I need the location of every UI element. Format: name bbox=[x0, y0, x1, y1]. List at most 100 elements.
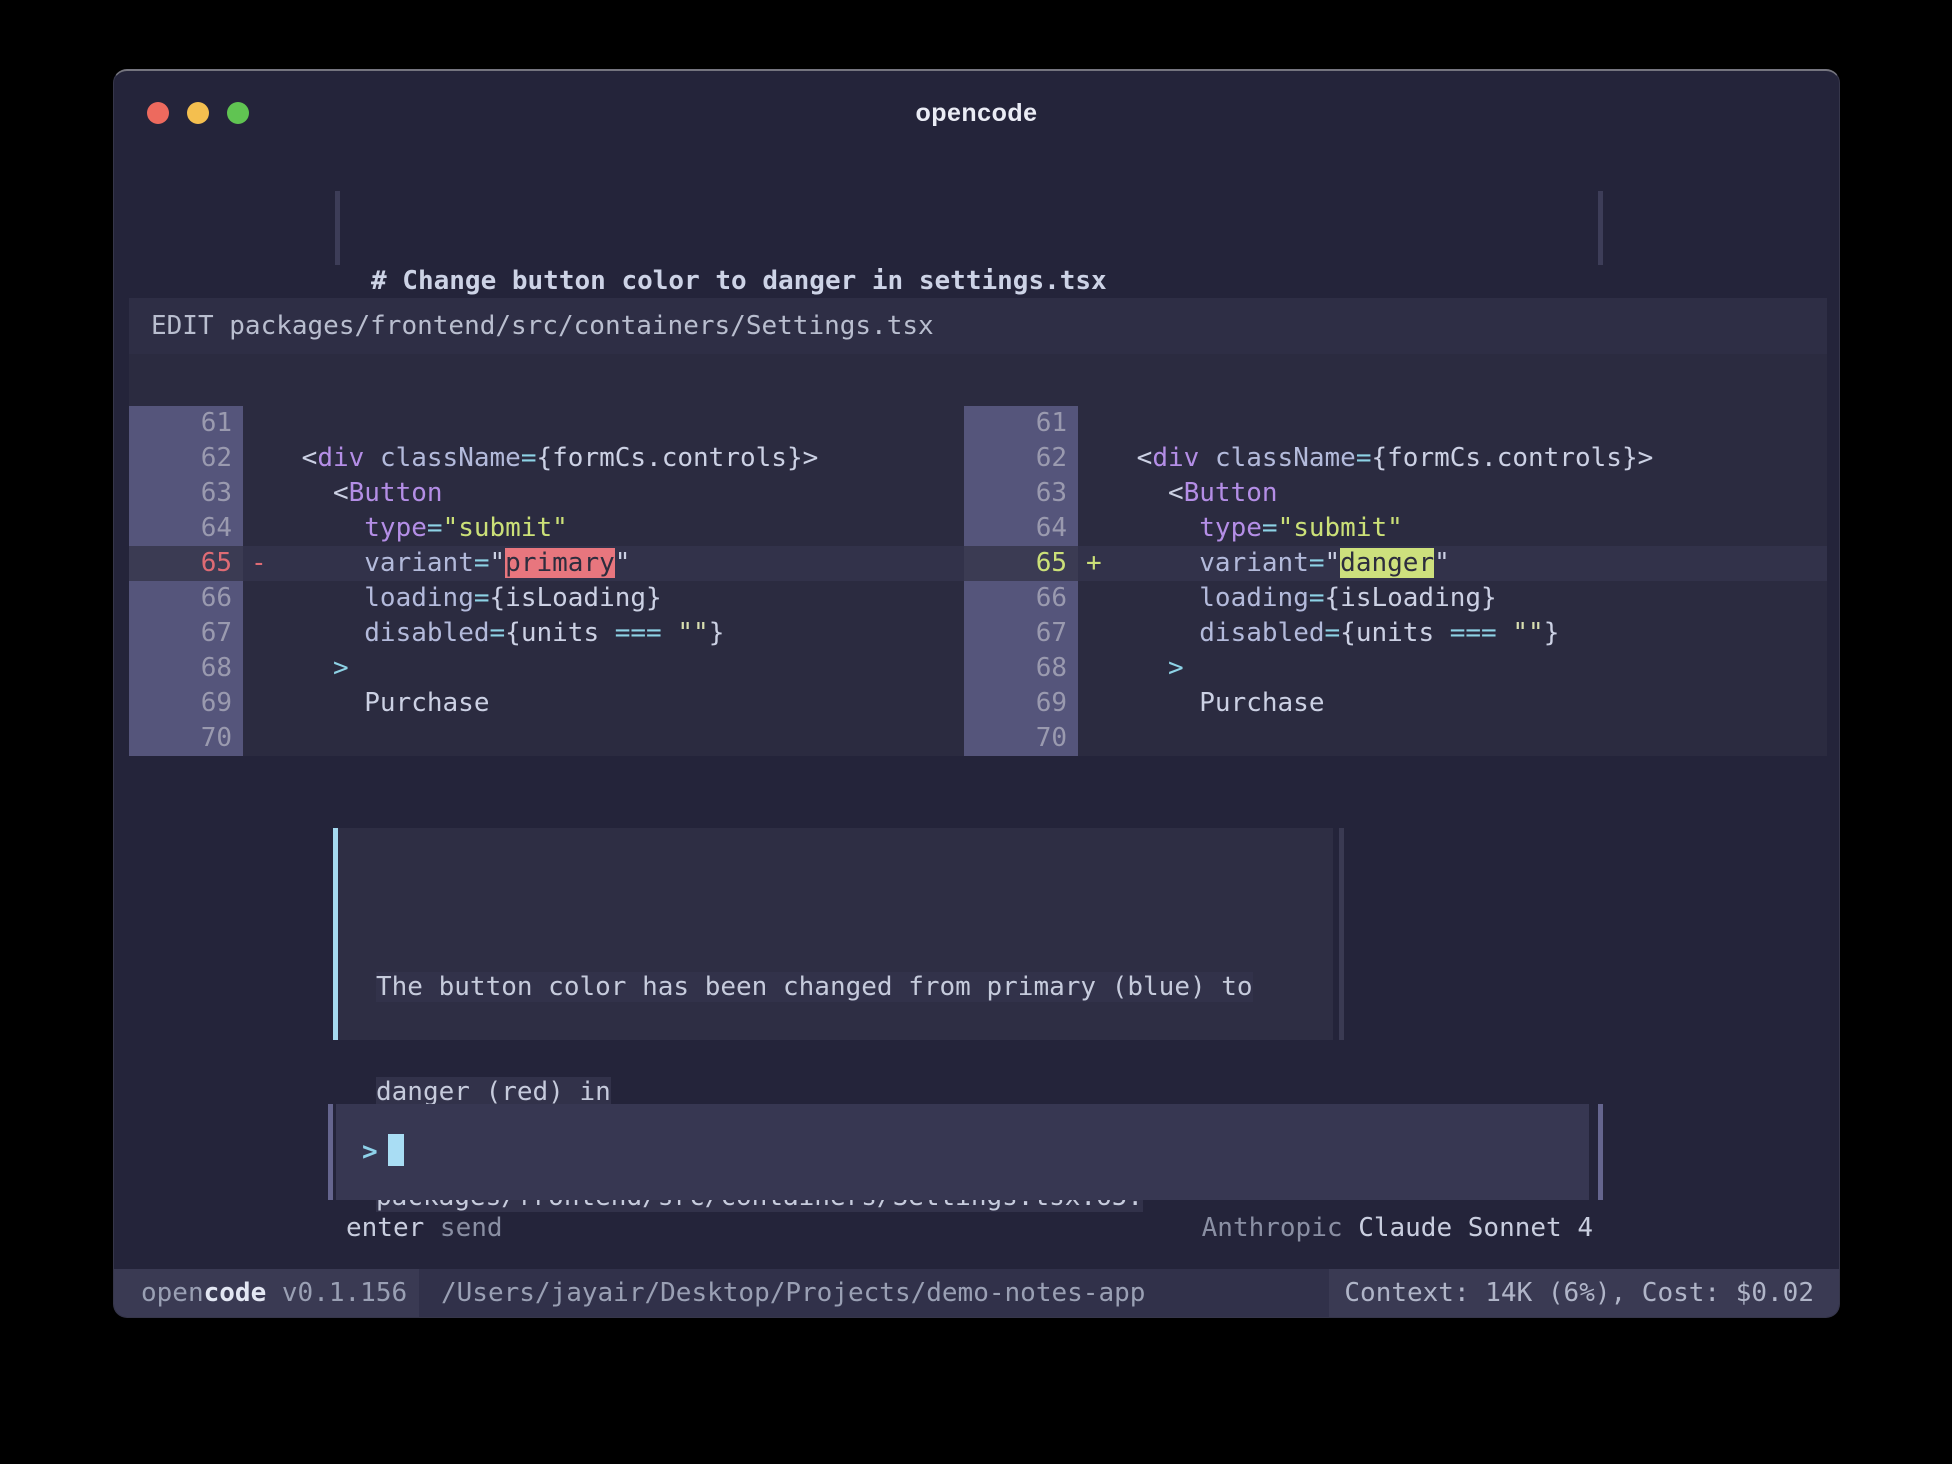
code-line: loading={isLoading} bbox=[243, 581, 964, 616]
message-right-bar bbox=[1339, 828, 1344, 1040]
app-version: v0.1.156 bbox=[266, 1278, 407, 1308]
code-tokens: <div className={formCs.controls}> bbox=[286, 441, 818, 476]
code-tokens: variant="primary" bbox=[286, 546, 630, 581]
diff-marker-empty bbox=[251, 721, 286, 756]
code-tokens: <div className={formCs.controls}> bbox=[1121, 441, 1653, 476]
diff-marker-empty bbox=[1086, 721, 1121, 756]
hint-action: send bbox=[424, 1213, 502, 1243]
code-line: Purchase bbox=[243, 686, 964, 721]
line-number: 63 bbox=[129, 476, 243, 511]
code-line: + variant="danger" bbox=[1078, 546, 1827, 581]
line-number: 64 bbox=[964, 511, 1078, 546]
context-cost-segment: Context: 14K (6%), Cost: $0.02 bbox=[1329, 1269, 1839, 1317]
text-cursor bbox=[388, 1134, 404, 1166]
model-label: Claude Sonnet 4 bbox=[1358, 1213, 1593, 1243]
diff-marker-empty bbox=[251, 476, 286, 511]
code-line: type="submit" bbox=[243, 511, 964, 546]
code-line: disabled={units === ""} bbox=[243, 616, 964, 651]
code-tokens: disabled={units === ""} bbox=[1121, 616, 1559, 651]
line-number: 69 bbox=[129, 686, 243, 721]
message-accent-bar bbox=[333, 828, 338, 1040]
line-number: 62 bbox=[964, 441, 1078, 476]
line-number: 63 bbox=[964, 476, 1078, 511]
opencode-window: opencode # Change button color to danger… bbox=[113, 69, 1840, 1318]
line-number: 70 bbox=[964, 721, 1078, 756]
line-number: 65 bbox=[129, 546, 243, 581]
diff-row: 64 type="submit"64 type="submit" bbox=[129, 511, 1827, 546]
code-line: <div className={formCs.controls}> bbox=[243, 441, 964, 476]
line-number: 67 bbox=[964, 616, 1078, 651]
diff-row: 65- variant="primary"65+ variant="danger… bbox=[129, 546, 1827, 581]
diff-marker-empty bbox=[1086, 651, 1121, 686]
input-hints-row: enter send Anthropic Claude Sonnet 4 bbox=[346, 1211, 1593, 1246]
diff-row: 67 disabled={units === ""} 67 disabled={u… bbox=[129, 616, 1827, 651]
line-number: 64 bbox=[129, 511, 243, 546]
diff-marker-empty bbox=[251, 441, 286, 476]
line-number: 65 bbox=[964, 546, 1078, 581]
diff-marker-empty bbox=[251, 651, 286, 686]
code-tokens: <Button bbox=[1121, 476, 1278, 511]
diff-row: 68 >68 > bbox=[129, 651, 1827, 686]
app-version-segment: opencode v0.1.156 bbox=[114, 1269, 419, 1317]
code-line: <Button bbox=[1078, 476, 1827, 511]
diff-marker-empty bbox=[251, 686, 286, 721]
enter-send-hint: enter send bbox=[346, 1211, 503, 1246]
code-line: Purchase bbox=[1078, 686, 1827, 721]
code-line: > bbox=[1078, 651, 1827, 686]
diff-view: 61 61 62 <div className={formCs.controls… bbox=[129, 406, 1827, 756]
diff-marker-empty bbox=[251, 406, 286, 441]
message-text: danger (red) in bbox=[376, 1077, 611, 1107]
diff-row: 61 61 bbox=[129, 406, 1827, 441]
diff-marker-empty bbox=[1086, 511, 1121, 546]
code-line bbox=[243, 406, 964, 441]
code-tokens: type="submit" bbox=[286, 511, 568, 546]
diff-marker-empty bbox=[1086, 441, 1121, 476]
diff-marker: + bbox=[1086, 546, 1121, 581]
code-line bbox=[1078, 721, 1827, 756]
model-indicator: Anthropic Claude Sonnet 4 bbox=[1202, 1211, 1593, 1246]
assistant-message: The button color has been changed from p… bbox=[333, 828, 1333, 1040]
project-path: /Users/jayair/Desktop/Projects/demo-note… bbox=[419, 1269, 1329, 1317]
prompt-header-right-bar bbox=[1598, 191, 1603, 265]
code-tokens: > bbox=[1121, 651, 1184, 686]
status-bar: opencode v0.1.156 /Users/jayair/Desktop/… bbox=[114, 1269, 1839, 1317]
line-number: 67 bbox=[129, 616, 243, 651]
diff-row: 69 Purchase 69 Purchase bbox=[129, 686, 1827, 721]
code-tokens: loading={isLoading} bbox=[1121, 581, 1497, 616]
window-title: opencode bbox=[114, 99, 1839, 128]
code-tokens: variant="danger" bbox=[1121, 546, 1450, 581]
line-number: 62 bbox=[129, 441, 243, 476]
message-line: The button color has been changed from p… bbox=[376, 970, 1333, 1005]
code-line: > bbox=[243, 651, 964, 686]
code-line: - variant="primary" bbox=[243, 546, 964, 581]
provider-label: Anthropic bbox=[1202, 1213, 1359, 1243]
diff-marker-empty bbox=[1086, 476, 1121, 511]
code-line: <div className={formCs.controls}> bbox=[1078, 441, 1827, 476]
diff-marker-empty bbox=[1086, 406, 1121, 441]
diff-marker: - bbox=[251, 546, 286, 581]
line-number: 69 bbox=[964, 686, 1078, 721]
hint-key: enter bbox=[346, 1213, 424, 1243]
code-tokens: > bbox=[286, 651, 349, 686]
code-tokens: Purchase bbox=[286, 686, 490, 721]
edit-diff-panel: EDIT packages/frontend/src/containers/Se… bbox=[129, 298, 1827, 756]
line-number: 68 bbox=[129, 651, 243, 686]
code-tokens: <Button bbox=[286, 476, 443, 511]
code-tokens: loading={isLoading} bbox=[286, 581, 662, 616]
titlebar: opencode bbox=[114, 71, 1839, 145]
chat-input[interactable]: > bbox=[336, 1104, 1589, 1200]
code-tokens: Purchase bbox=[1121, 686, 1325, 721]
line-number: 68 bbox=[964, 651, 1078, 686]
diff-marker-empty bbox=[1086, 616, 1121, 651]
diff-marker-empty bbox=[1086, 686, 1121, 721]
edit-file-label: EDIT packages/frontend/src/containers/Se… bbox=[129, 298, 1827, 354]
line-number: 61 bbox=[964, 406, 1078, 441]
app-name-open: open bbox=[141, 1278, 204, 1308]
line-number: 61 bbox=[129, 406, 243, 441]
diff-marker-empty bbox=[251, 581, 286, 616]
diff-row: 70 70 bbox=[129, 721, 1827, 756]
code-tokens: disabled={units === ""} bbox=[286, 616, 724, 651]
code-line bbox=[243, 721, 964, 756]
prompt-header-left-bar bbox=[335, 191, 340, 265]
code-line: disabled={units === ""} bbox=[1078, 616, 1827, 651]
